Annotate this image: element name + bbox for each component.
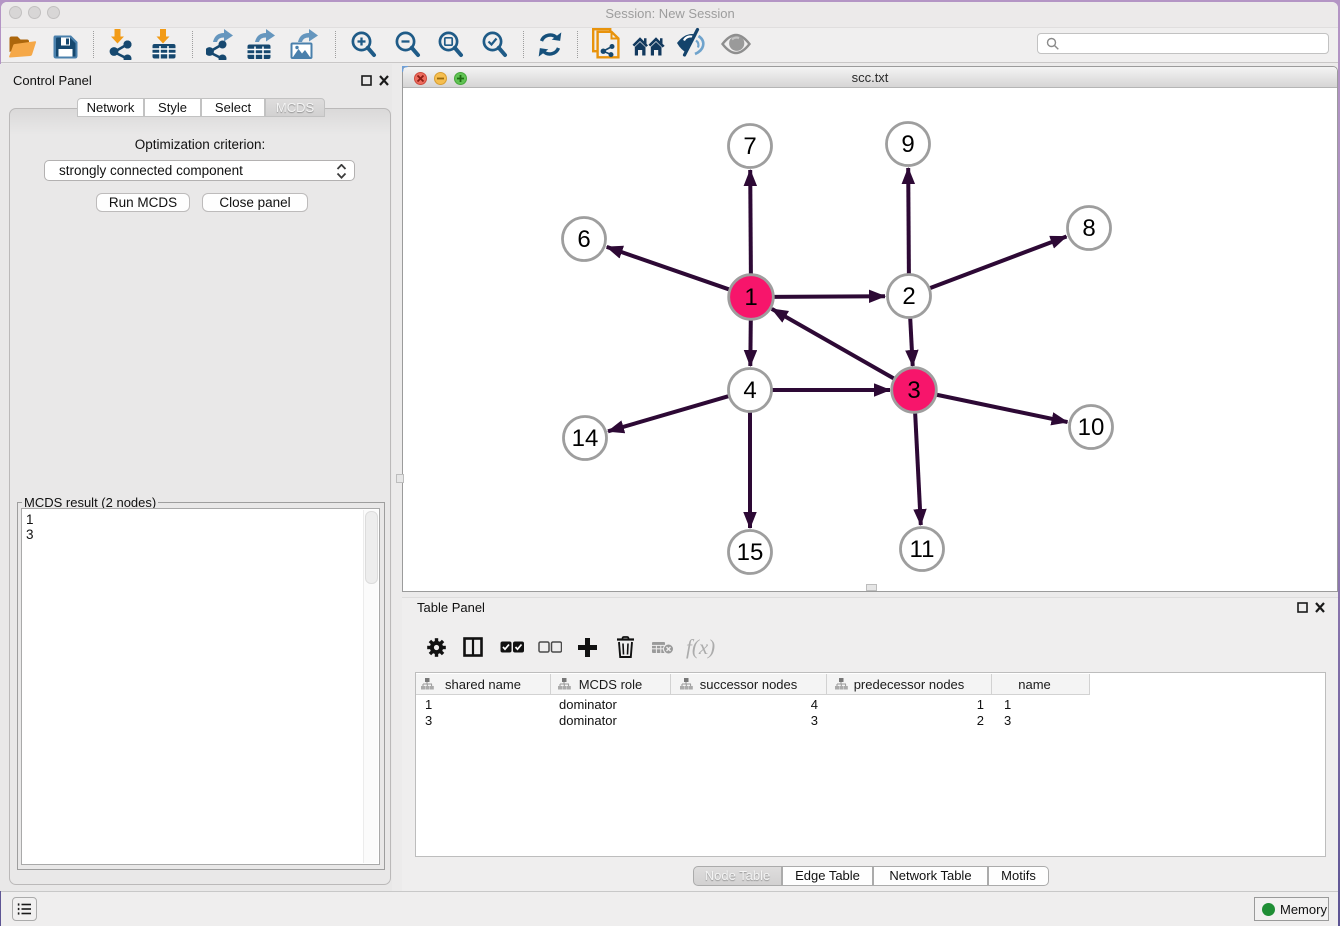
svg-text:7: 7 — [743, 133, 756, 160]
svg-text:2: 2 — [902, 283, 915, 310]
svg-text:11: 11 — [910, 536, 935, 563]
svg-text:6: 6 — [577, 226, 590, 253]
svg-text:9: 9 — [901, 131, 914, 158]
svg-text:15: 15 — [737, 539, 764, 566]
svg-text:14: 14 — [572, 425, 599, 452]
svg-text:3: 3 — [907, 377, 920, 404]
svg-text:1: 1 — [744, 284, 757, 311]
svg-text:10: 10 — [1078, 414, 1105, 441]
svg-text:4: 4 — [743, 377, 756, 404]
svg-text:8: 8 — [1082, 215, 1095, 242]
